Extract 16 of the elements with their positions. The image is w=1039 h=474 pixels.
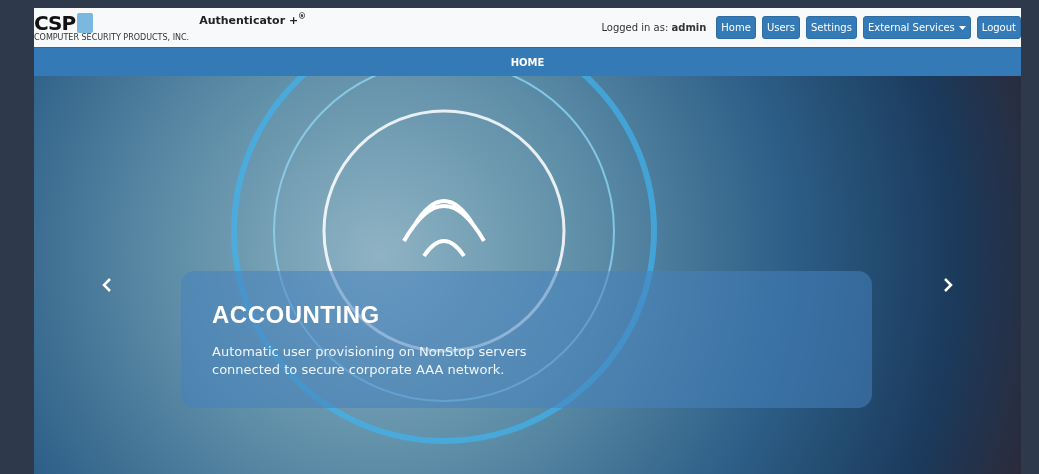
logged-in-text: Logged in as: admin — [601, 22, 707, 33]
caret-icon — [958, 25, 966, 30]
next-slide-button[interactable] — [941, 276, 955, 294]
nav-button[interactable]: Settings — [805, 16, 857, 39]
app-title: Authenticator +$^{®}$ — [199, 12, 307, 27]
nav-button[interactable]: Home — [716, 16, 756, 39]
logo-square-icon — [77, 12, 94, 33]
logo-tagline: COMPUTER SECURITY PRODUCTS, INC. — [34, 32, 190, 43]
caption-text: Automatic user provisioning on NonStop servers connected to secure corporate AAA network. — [212, 343, 528, 379]
caption-title: ACCOUNTING — [212, 301, 381, 329]
nav-button[interactable]: Logout — [976, 16, 1021, 39]
previous-slide-button[interactable] — [100, 276, 114, 294]
nav-button[interactable]: Users — [761, 16, 800, 39]
logo-letters: CSP — [34, 12, 76, 33]
section-title: HOME — [510, 56, 545, 68]
nav-button[interactable]: External Services — [862, 16, 971, 39]
